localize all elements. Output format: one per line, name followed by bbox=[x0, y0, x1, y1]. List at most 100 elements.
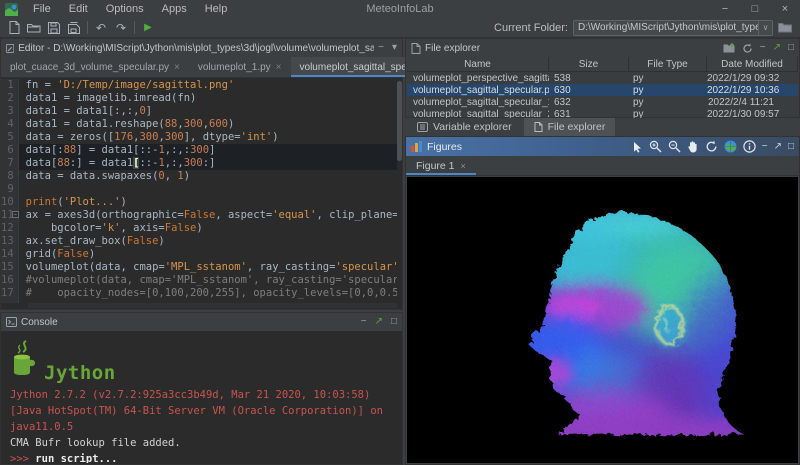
zoom-in-icon[interactable] bbox=[649, 140, 662, 153]
cursor-icon[interactable] bbox=[631, 141, 643, 153]
rotate-icon[interactable] bbox=[705, 140, 718, 153]
code-line[interactable]: bgcolor='k', axis=False) bbox=[26, 222, 397, 235]
console-line: [Java HotSpot(TM) 64-Bit Server VM (Orac… bbox=[10, 403, 393, 435]
combo-dropdown-icon[interactable]: ∨ bbox=[758, 21, 772, 35]
console-text: run script... bbox=[35, 453, 117, 463]
file-explorer-minimize-icon[interactable]: − bbox=[760, 43, 766, 53]
column-header-size[interactable]: Size bbox=[549, 57, 629, 71]
new-file-button[interactable] bbox=[4, 19, 24, 37]
file-explorer-icon bbox=[411, 43, 421, 54]
current-folder-combobox[interactable]: D:\Working\MIScript\Jython\mis\plot_type… bbox=[573, 20, 773, 36]
browse-folder-button[interactable] bbox=[778, 22, 792, 33]
redo-button[interactable]: ↷ bbox=[111, 19, 131, 37]
console-minimize-icon[interactable]: − bbox=[361, 317, 367, 327]
file-row[interactable]: volumeplot_sagittal_specular.py630py2022… bbox=[407, 84, 798, 96]
editor-minimize-icon[interactable]: − bbox=[378, 43, 384, 53]
code-line[interactable]: data1 = data1[:,:,0] bbox=[26, 105, 397, 118]
code-line[interactable]: data[88:] = data1[::-1,:,300:] bbox=[19, 157, 397, 170]
console-maximize-icon[interactable]: □ bbox=[391, 317, 397, 327]
file-row[interactable]: volumeplot_perspective_sagittal_sp...538… bbox=[407, 72, 798, 84]
editor-tab[interactable]: plot_cuace_3d_volume_specular.py× bbox=[1, 57, 189, 77]
code-line[interactable]: volumeplot(data, cmap='MPL_sstanom', ray… bbox=[26, 261, 397, 274]
code-token: data = zeros([ bbox=[26, 131, 115, 143]
editor-vertical-scrollbar[interactable] bbox=[397, 79, 402, 303]
scrollbar-thumb[interactable] bbox=[397, 81, 402, 161]
column-header-date-modified[interactable]: Date Modified bbox=[707, 57, 798, 71]
console-output[interactable]: Jython Jython 2.7.2 (v2.7.2:925a3cc3b49d… bbox=[2, 331, 401, 463]
undo-button[interactable]: ↶ bbox=[91, 19, 111, 37]
console-float-icon[interactable]: ↗ bbox=[375, 317, 383, 327]
code-text[interactable]: fn = 'D:/Temp/image/sagittal.png'data1 =… bbox=[19, 79, 397, 303]
tab-figure-1[interactable]: Figure 1 × bbox=[406, 156, 476, 175]
figures-panel: Figures − ↗ □ Figure 1 × bbox=[405, 136, 800, 465]
window-close-button[interactable]: × bbox=[770, 0, 800, 18]
code-line[interactable] bbox=[26, 183, 397, 196]
code-token: ,:,: bbox=[165, 144, 190, 156]
open-file-button[interactable] bbox=[24, 19, 44, 37]
editor-tab[interactable]: volumeplot_1.py× bbox=[189, 57, 291, 77]
code-editor[interactable]: 1234567891011−121314151617 fn = 'D:/Temp… bbox=[1, 79, 397, 303]
menu-help[interactable]: Help bbox=[196, 0, 237, 18]
identify-icon[interactable] bbox=[743, 140, 756, 153]
code-line[interactable]: fn = 'D:/Temp/image/sagittal.png' bbox=[26, 79, 397, 92]
file-row[interactable]: volumeplot_sagittal_specular_1.py632py20… bbox=[407, 96, 798, 108]
save-all-button[interactable] bbox=[64, 19, 84, 37]
figures-maximize-icon[interactable]: □ bbox=[788, 142, 794, 152]
code-token: False bbox=[184, 209, 216, 221]
pan-hand-icon[interactable] bbox=[687, 140, 699, 153]
code-line[interactable]: data1 = data1.reshape(88,300,600) bbox=[26, 118, 397, 131]
code-line[interactable]: # opacity_nodes=[0,100,200,255], opacity… bbox=[26, 287, 397, 300]
toolbar-separator bbox=[134, 21, 135, 34]
code-line[interactable]: data = data.swapaxes(0, 1) bbox=[26, 170, 397, 183]
volume-rendering-head bbox=[407, 177, 798, 463]
code-line[interactable]: data1 = imagelib.imread(fn) bbox=[26, 92, 397, 105]
code-token: ) bbox=[89, 248, 95, 260]
code-line[interactable]: ax.set_draw_box(False) bbox=[26, 235, 397, 248]
menu-edit[interactable]: Edit bbox=[60, 0, 97, 18]
file-explorer-maximize-icon[interactable]: □ bbox=[788, 43, 794, 53]
column-header-name[interactable]: Name bbox=[407, 57, 549, 71]
editor-menu-icon[interactable]: ▾ bbox=[392, 43, 397, 53]
new-folder-icon[interactable] bbox=[723, 43, 735, 53]
code-line[interactable]: grid(False) bbox=[26, 248, 397, 261]
file-explorer-float-icon[interactable]: ↗ bbox=[773, 43, 781, 53]
file-date-cell: 2022/1/29 10:36 bbox=[707, 85, 800, 96]
menu-options[interactable]: Options bbox=[97, 0, 153, 18]
code-token: 600 bbox=[209, 118, 228, 130]
code-token: # opacity_nodes=[0,100,200,255], opacity… bbox=[26, 287, 397, 299]
code-line[interactable]: data[:88] = data1[::-1,:,:300] bbox=[19, 144, 397, 157]
run-script-button[interactable]: ▶ bbox=[138, 19, 158, 37]
console-line: CMA Bufr lookup file added. bbox=[10, 435, 393, 451]
code-fold-icon[interactable]: − bbox=[12, 211, 19, 218]
save-button[interactable] bbox=[44, 19, 64, 37]
close-tab-icon[interactable]: × bbox=[276, 62, 282, 73]
tab-file-explorer[interactable]: File explorer bbox=[524, 118, 616, 136]
figures-minimize-icon[interactable]: − bbox=[762, 142, 768, 152]
code-token: False bbox=[57, 248, 89, 260]
menu-file[interactable]: File bbox=[24, 0, 60, 18]
column-header-file-type[interactable]: File Type bbox=[629, 57, 707, 71]
file-size-cell: 538 bbox=[549, 73, 629, 84]
menu-apps[interactable]: Apps bbox=[153, 0, 196, 18]
gutter-line-number: 5 bbox=[1, 131, 18, 144]
tab-variable-explorer[interactable]: Variable explorer bbox=[407, 118, 522, 136]
window-minimize-button[interactable]: − bbox=[710, 0, 740, 18]
code-line[interactable]: print('Plot...') bbox=[26, 196, 397, 209]
code-line[interactable]: ax = axes3d(orthographic=False, aspect='… bbox=[26, 209, 397, 222]
editor-horizontal-scrollbar[interactable] bbox=[28, 303, 397, 308]
close-tab-icon[interactable]: × bbox=[174, 62, 180, 73]
code-token: #volumeplot(data, cmap='MPL_sstanom', ra… bbox=[26, 274, 397, 286]
code-token: ) bbox=[158, 235, 164, 247]
globe-icon[interactable] bbox=[724, 140, 737, 153]
code-line[interactable]: #volumeplot(data, cmap='MPL_sstanom', ra… bbox=[26, 274, 397, 287]
figure-canvas[interactable] bbox=[407, 177, 798, 463]
toolbar-separator bbox=[87, 21, 88, 34]
zoom-out-icon[interactable] bbox=[668, 140, 681, 153]
code-token: ], dtype= bbox=[184, 131, 241, 143]
refresh-icon[interactable] bbox=[742, 43, 753, 54]
code-token: grid( bbox=[26, 248, 58, 260]
window-maximize-button[interactable]: □ bbox=[740, 0, 770, 18]
close-figure-icon[interactable]: × bbox=[461, 161, 466, 171]
code-line[interactable]: data = zeros([176,300,300], dtype='int') bbox=[26, 131, 397, 144]
figures-float-icon[interactable]: ↗ bbox=[774, 142, 782, 152]
